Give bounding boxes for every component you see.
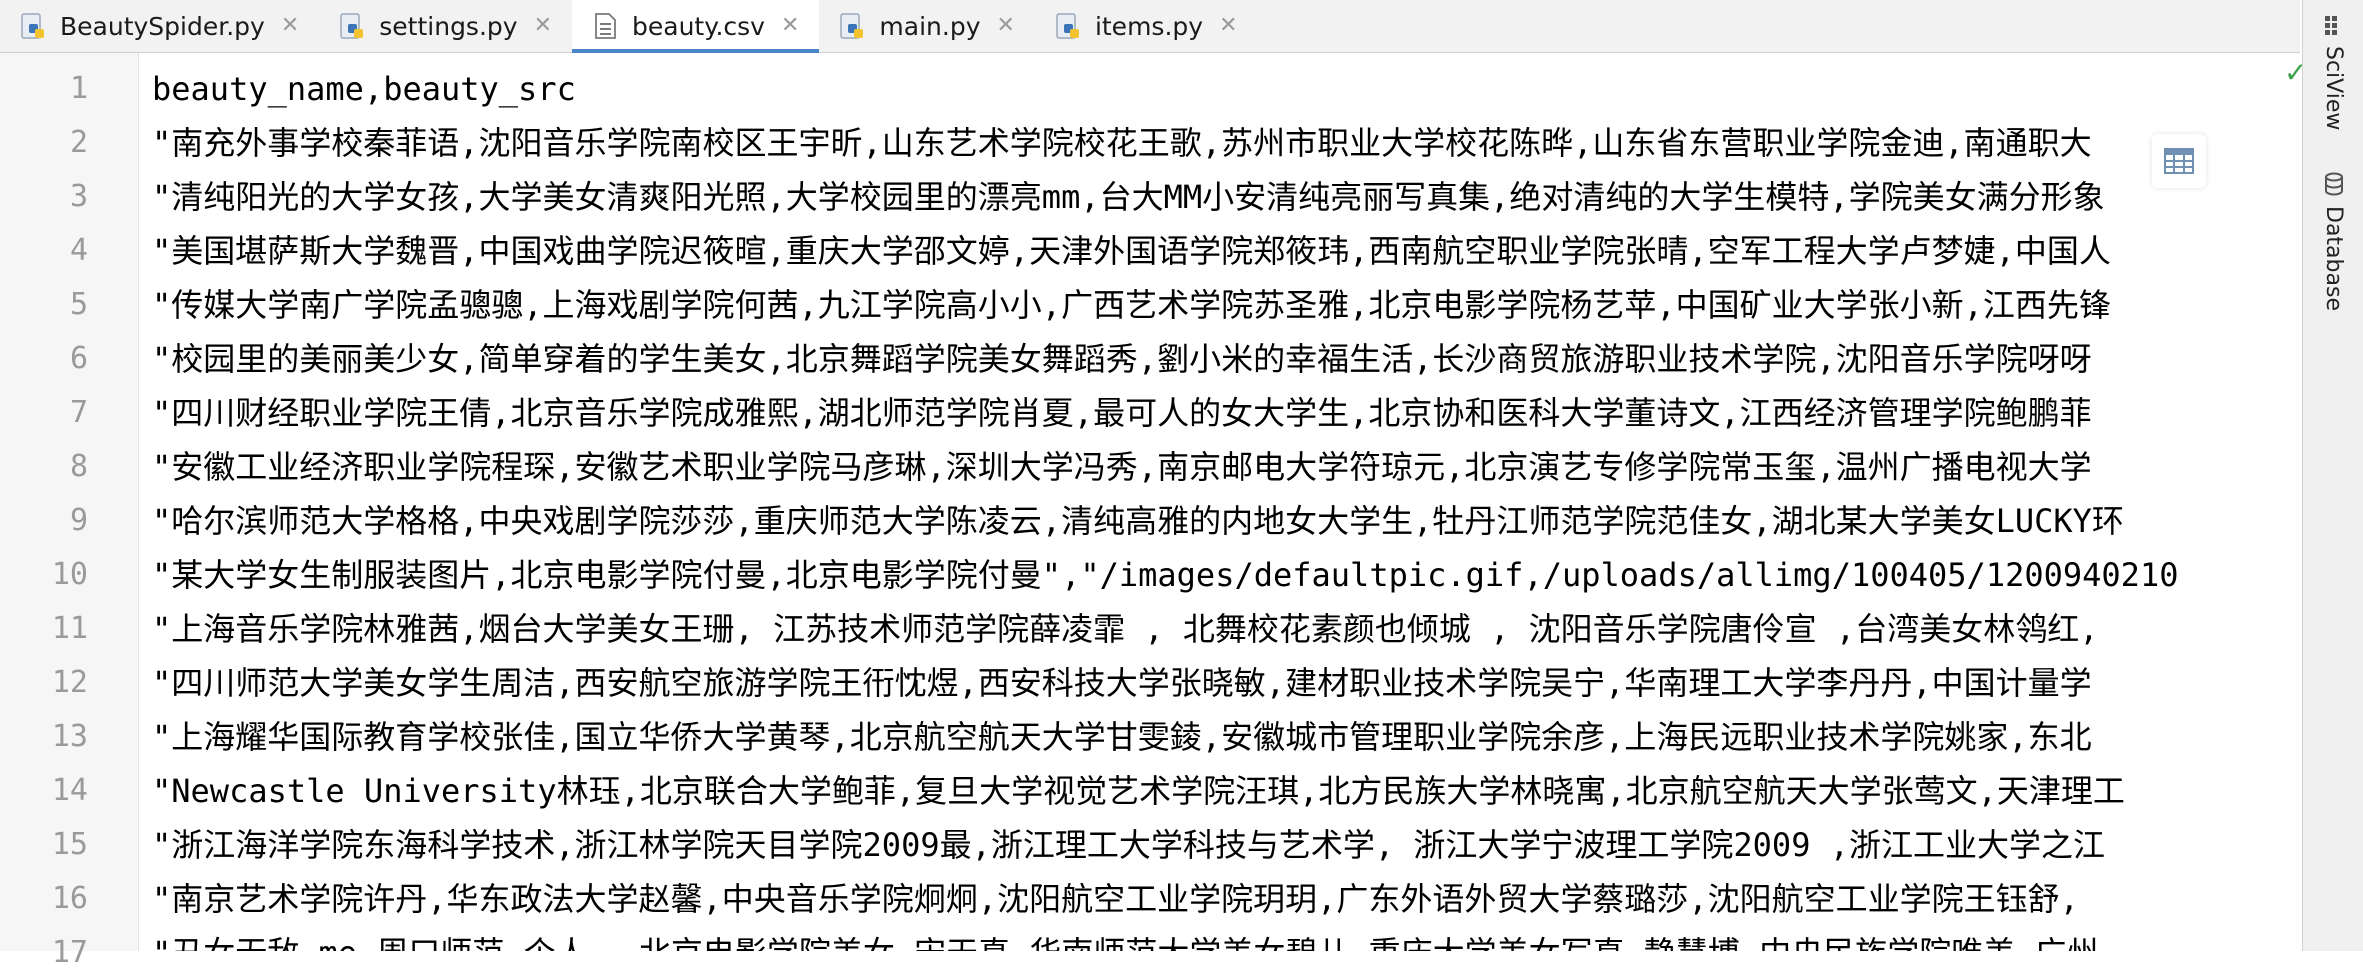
table-view-icon[interactable] [2152,134,2206,188]
line-number: 12 [51,665,88,700]
line-number: 11 [51,611,88,646]
python-file-icon [18,11,48,41]
close-icon[interactable]: ✕ [781,15,799,37]
code-line[interactable]: "美国堪萨斯大学魏晋,中国戏曲学院迟筱暄,重庆大学邵文婷,天津外国语学院郑筱玮,… [152,224,2111,278]
close-icon[interactable]: ✕ [281,15,299,37]
code-line[interactable]: "某大学女生制服装图片,北京电影学院付曼,北京电影学院付曼","/images/… [152,548,2178,602]
line-number: 5 [69,287,88,322]
code-line[interactable]: "清纯阳光的大学女孩,大学美女清爽阳光照,大学校园里的漂亮mm,台大MM小安清纯… [152,170,2105,224]
line-number: 6 [69,341,88,376]
line-number: 17 [51,935,88,970]
line-number: 2 [69,125,88,160]
line-number: 16 [51,881,88,916]
line-number: 1 [69,71,88,106]
line-number: 13 [51,719,88,754]
close-icon[interactable]: ✕ [997,15,1015,37]
code-line[interactable]: "浙江海洋学院东海科学技术,浙江林学院天目学院2009最,浙江理工大学科技与艺术… [152,818,2105,872]
tab-label: settings.py [379,11,518,41]
line-number: 10 [51,557,88,592]
line-number: 14 [51,773,88,808]
close-icon[interactable]: ✕ [1219,15,1237,37]
code-line[interactable]: "南充外事学校秦菲语,沈阳音乐学院南校区王宇昕,山东艺术学院校花王歌,苏州市职业… [152,116,2092,170]
code-line[interactable]: beauty_name,beauty_src [152,62,576,116]
code-line[interactable]: "Newcastle University林珏,北京联合大学鲍菲,复旦大学视觉艺… [152,764,2125,818]
code-line[interactable]: "校园里的美丽美少女,简单穿着的学生美女,北京舞蹈学院美女舞蹈秀,劉小米的幸福生… [152,332,2092,386]
tab-settings-py[interactable]: settings.py ✕ [319,0,572,52]
code-line[interactable]: "上海耀华国际教育学校张佳,国立华侨大学黄琴,北京航空航天大学甘雯錂,安徽城市管… [152,710,2092,764]
tab-beautyspider-py[interactable]: BeautySpider.py ✕ [0,0,319,52]
line-number-gutter: 1 2 3 4 5 6 7 8 9 10 11 12 13 14 15 16 17 [0,53,139,970]
line-number: 15 [51,827,88,862]
sciview-icon [2323,14,2345,40]
code-line[interactable]: "上海音乐学院林雅茜,烟台大学美女王珊, 江苏技术师范学院薛凌霏 , 北舞校花素… [152,602,2098,656]
tab-label: beauty.csv [632,11,765,41]
code-line[interactable]: "四川财经职业学院王倩,北京音乐学院成雅熙,湖北师范学院肖夏,最可人的女大学生,… [152,386,2092,440]
tab-label: items.py [1094,11,1204,41]
csv-file-icon [590,11,620,41]
tab-items-py[interactable]: items.py ✕ [1035,0,1258,52]
code-line[interactable]: "丑女无敌_me,周口师范 个人。 北京电影学院美女 宋天真 华南师范大学美女碧… [152,926,2098,951]
line-number: 4 [69,233,88,268]
tab-label: BeautySpider.py [60,11,265,41]
code-line[interactable]: "哈尔滨师范大学格格,中央戏剧学院莎莎,重庆师范大学陈凌云,清纯高雅的内地女大学… [152,494,2124,548]
code-line[interactable]: "传媒大学南广学院孟骢骢,上海戏剧学院何茜,九江学院高小小,广西艺术学院苏圣雅,… [152,278,2111,332]
database-icon [2323,172,2345,200]
close-icon[interactable]: ✕ [534,15,552,37]
python-file-icon [337,11,367,41]
database-label: Database [2321,206,2346,311]
line-number: 9 [69,503,88,538]
sciview-label: SciView [2321,46,2346,131]
code-line[interactable]: "安徽工业经济职业学院程琛,安徽艺术职业学院马彦琳,深圳大学冯秀,南京邮电大学符… [152,440,2092,494]
right-tool-strip: SciView Database [2302,0,2363,951]
code-line[interactable]: "南京艺术学院许丹,华东政法大学赵馨,中央音乐学院炯炯,沈阳航空工业学院玥玥,广… [152,872,2079,926]
line-number: 8 [69,449,88,484]
tab-label: main.py [879,11,981,41]
database-tool[interactable]: Database [2303,172,2363,311]
code-line[interactable]: "四川师范大学美女学生周洁,西安航空旅游学院王衎忱煜,西安科技大学张晓敏,建材职… [152,656,2092,710]
line-number: 7 [69,395,88,430]
code-editor[interactable]: beauty_name,beauty_src "南充外事学校秦菲语,沈阳音乐学院南… [152,53,2300,951]
sciview-tool[interactable]: SciView [2303,14,2363,130]
python-file-icon [1053,11,1083,41]
line-number: 3 [69,179,88,214]
editor-tab-bar: BeautySpider.py ✕ settings.py ✕ beauty.csv ✕ m… [0,0,2300,53]
tab-beauty-csv[interactable]: beauty.csv ✕ [572,0,820,53]
python-file-icon [837,11,867,41]
tab-main-py[interactable]: main.py ✕ [819,0,1035,52]
